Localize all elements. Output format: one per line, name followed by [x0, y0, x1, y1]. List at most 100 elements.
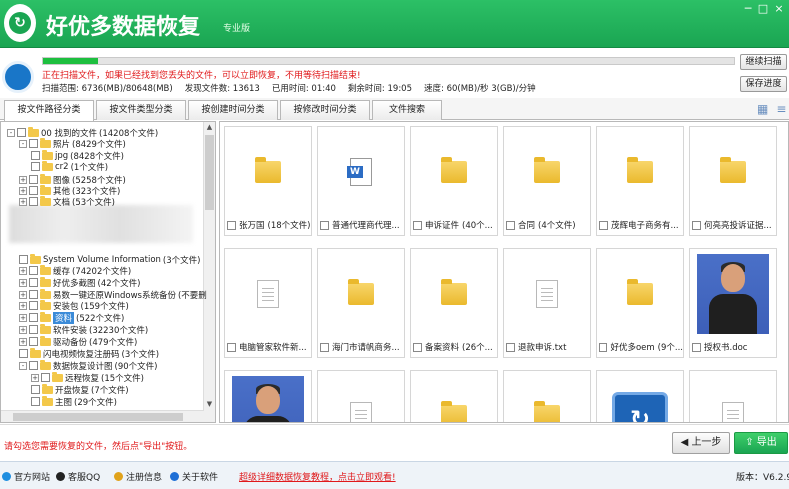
tree-item[interactable]: + 文档 (53个文件) — [19, 195, 115, 208]
tree-item[interactable]: + 驱动备份 (479个文件) — [19, 335, 137, 348]
tree-item[interactable]: cr2 (1个文件) — [31, 160, 108, 173]
tree-item-checkbox[interactable] — [29, 197, 38, 206]
file-thumbnail[interactable] — [504, 371, 590, 422]
file-card[interactable]: 申诉证件 (40个... — [410, 126, 498, 236]
tree-horizontal-scrollbar[interactable] — [1, 410, 204, 422]
file-checkbox[interactable] — [506, 220, 515, 230]
file-checkbox[interactable] — [506, 342, 515, 352]
file-card[interactable] — [224, 370, 312, 422]
tab-by-modified-time[interactable]: 按修改时间分类 — [280, 100, 370, 120]
expand-icon[interactable]: + — [19, 175, 27, 184]
file-thumbnail[interactable] — [225, 371, 311, 422]
tree-item-checkbox[interactable] — [29, 290, 38, 299]
tree-hscroll-thumb[interactable] — [13, 413, 183, 421]
expand-icon[interactable]: + — [19, 186, 27, 195]
tree-item-checkbox[interactable] — [29, 313, 38, 322]
tree-item-checkbox[interactable] — [31, 385, 40, 394]
file-thumbnail[interactable] — [318, 371, 404, 422]
file-thumbnail[interactable]: ↻ — [597, 371, 683, 422]
expand-icon[interactable]: + — [19, 337, 27, 346]
file-card[interactable] — [689, 370, 777, 422]
file-card[interactable]: 电脑管家软件新... — [224, 248, 312, 358]
tree-item[interactable]: + 安装包 (159个文件) — [19, 299, 129, 312]
file-checkbox[interactable] — [692, 342, 701, 352]
tree-item[interactable]: System Volume Information (3个文件) — [19, 253, 200, 266]
tree-item-checkbox[interactable] — [29, 186, 38, 195]
file-thumbnail[interactable] — [225, 127, 311, 217]
file-card[interactable]: W 普通代理商代理... — [317, 126, 405, 236]
tree-scroll-thumb[interactable] — [205, 135, 214, 210]
file-card[interactable]: ↻ — [596, 370, 684, 422]
tree-item-checkbox[interactable] — [29, 361, 38, 370]
tree-item-checkbox[interactable] — [41, 373, 50, 382]
file-card[interactable] — [317, 370, 405, 422]
tree-item[interactable]: jpg (8428个文件) — [31, 149, 124, 162]
file-card[interactable]: 合同 (4个文件) — [503, 126, 591, 236]
tree-item[interactable]: - 数据恢复设计图 (90个文件) — [19, 359, 157, 372]
file-thumbnail[interactable] — [411, 249, 497, 339]
file-thumbnail[interactable] — [411, 127, 497, 217]
tree-item[interactable]: + 图像 (5258个文件) — [19, 173, 126, 186]
expand-icon[interactable]: + — [19, 301, 27, 310]
scroll-down-icon[interactable]: ▼ — [204, 399, 215, 410]
tree-item[interactable]: - 照片 (8429个文件) — [19, 137, 126, 150]
expand-icon[interactable]: + — [19, 313, 27, 322]
tree-item[interactable]: + 缓存 (74202个文件) — [19, 264, 131, 277]
tree-item-checkbox[interactable] — [29, 337, 38, 346]
file-checkbox[interactable] — [599, 220, 608, 230]
continue-scan-button[interactable]: 继续扫描 — [740, 54, 787, 70]
file-card[interactable]: 退款申诉.txt — [503, 248, 591, 358]
file-thumbnail[interactable] — [504, 249, 590, 339]
tree-item[interactable]: 主图 (29个文件) — [31, 395, 117, 408]
file-checkbox[interactable] — [227, 342, 236, 352]
tree-item[interactable]: 开盘恢复 (7个文件) — [31, 383, 129, 396]
file-card[interactable] — [503, 370, 591, 422]
collapse-icon[interactable]: - — [7, 128, 15, 137]
file-card[interactable]: 茂辉电子商务有... — [596, 126, 684, 236]
file-thumbnail[interactable] — [411, 371, 497, 422]
file-thumbnail[interactable] — [504, 127, 590, 217]
save-progress-button[interactable]: 保存进度 — [740, 76, 787, 92]
website-link[interactable]: 官方网站 — [2, 470, 50, 483]
file-checkbox[interactable] — [320, 342, 329, 352]
about-link[interactable]: 关于软件 — [170, 470, 218, 483]
tree-item-checkbox[interactable] — [17, 128, 26, 137]
file-card[interactable]: 授权书.doc — [689, 248, 777, 358]
expand-icon[interactable]: + — [19, 266, 27, 275]
file-card[interactable] — [410, 370, 498, 422]
list-view-icon[interactable]: ≡ — [776, 102, 789, 116]
tree-item[interactable]: + 好优多截图 (42个文件) — [19, 276, 140, 289]
tree-item[interactable]: -00 找到的文件 (14208个文件) — [7, 126, 158, 139]
tree-item-checkbox[interactable] — [29, 175, 38, 184]
collapse-icon[interactable]: - — [19, 139, 27, 148]
tree-item-checkbox[interactable] — [31, 151, 40, 160]
file-checkbox[interactable] — [227, 220, 236, 230]
expand-icon[interactable]: + — [19, 325, 27, 334]
file-checkbox[interactable] — [692, 220, 701, 230]
export-button[interactable]: ⇪ 导出 — [734, 432, 788, 454]
file-checkbox[interactable] — [413, 342, 422, 352]
tree-item[interactable]: + 其他 (323个文件) — [19, 184, 120, 197]
file-card[interactable]: 海门市请帆商务... — [317, 248, 405, 358]
tree-item-checkbox[interactable] — [19, 255, 28, 264]
tab-by-type[interactable]: 按文件类型分类 — [96, 100, 186, 120]
tree-item-checkbox[interactable] — [31, 162, 40, 171]
tree-item[interactable]: + 软件安装 (32230个文件) — [19, 323, 148, 336]
file-thumbnail[interactable] — [225, 249, 311, 339]
file-thumbnail[interactable] — [318, 249, 404, 339]
previous-step-button[interactable]: ◀ 上一步 — [672, 432, 730, 454]
file-thumbnail[interactable] — [690, 249, 776, 339]
file-card[interactable]: 好优多oem (9个... — [596, 248, 684, 358]
tree-item-checkbox[interactable] — [29, 266, 38, 275]
tree-vertical-scrollbar[interactable]: ▲ ▼ — [203, 122, 215, 422]
file-thumbnail[interactable]: W — [318, 127, 404, 217]
qq-support-link[interactable]: 客服QQ — [56, 470, 100, 483]
file-card[interactable]: 何亮亮投诉证据... — [689, 126, 777, 236]
expand-icon[interactable]: + — [31, 373, 39, 382]
tree-item-checkbox[interactable] — [31, 397, 40, 406]
grid-view-icon[interactable]: ▦ — [757, 102, 776, 116]
file-thumbnail[interactable] — [597, 127, 683, 217]
tree-item-checkbox[interactable] — [29, 278, 38, 287]
tree-item-checkbox[interactable] — [29, 139, 38, 148]
expand-icon[interactable]: + — [19, 290, 27, 299]
